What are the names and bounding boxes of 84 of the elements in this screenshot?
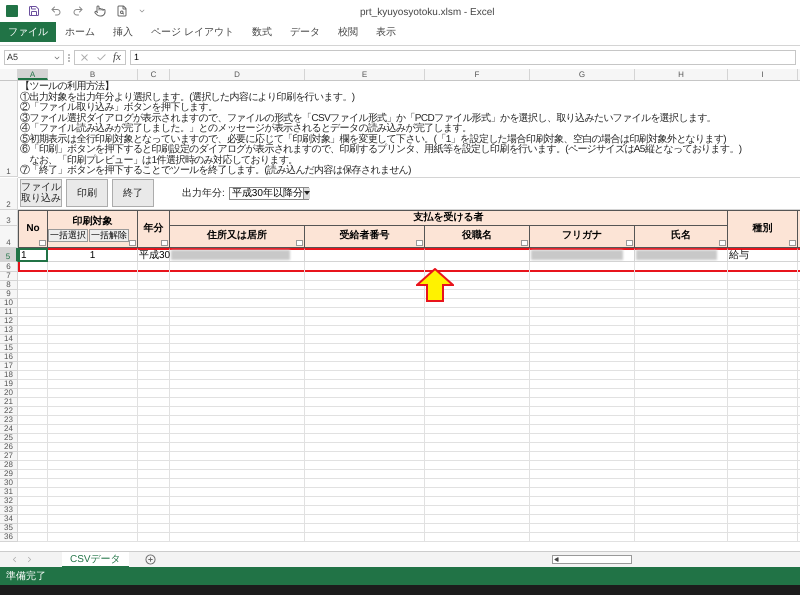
cancel-icon[interactable] (79, 52, 90, 63)
name-box[interactable]: A5 (4, 50, 64, 65)
row-header[interactable]: 1 (0, 81, 18, 177)
instruction-line: ④「ファイル読み込みが完了しました。」とのメッセージが表示されるとデータの読み込みが完了します。 (20, 124, 472, 134)
row-header[interactable]: 6 (0, 262, 18, 272)
filter-button[interactable] (416, 240, 423, 246)
save-icon[interactable] (28, 5, 40, 17)
header-cell: 役職名 (425, 226, 530, 248)
status-text: 準備完了 (6, 570, 46, 584)
filter-button[interactable] (719, 240, 726, 246)
sheet-tab[interactable]: CSVデータ (62, 552, 129, 568)
year-label: 出力年分: (182, 186, 225, 200)
ribbon-tab[interactable]: 表示 (366, 22, 405, 42)
table-cell[interactable] (305, 248, 425, 262)
header-cell: 受給者番号 (305, 226, 425, 248)
row-header[interactable]: 4 (0, 226, 18, 248)
ribbon-tab[interactable]: 数式 (242, 22, 281, 42)
scroll-left-icon[interactable] (554, 557, 559, 562)
column-header[interactable]: G (530, 69, 635, 80)
row-header[interactable]: 3 (0, 210, 18, 226)
insert-function-button[interactable]: fx (113, 49, 121, 66)
filter-button[interactable] (789, 240, 796, 246)
table-cell[interactable]: 給与 (728, 248, 798, 262)
ribbon-tab[interactable]: 挿入 (104, 22, 142, 42)
enter-icon[interactable] (96, 52, 107, 63)
print-preview-icon[interactable] (116, 5, 128, 17)
form-button[interactable]: 終了 (112, 179, 154, 207)
header-cell: 氏名 (635, 226, 728, 248)
horizontal-scrollbar[interactable] (552, 555, 632, 564)
separator-icon (68, 54, 70, 62)
instruction-line: 【ツールの利用方法】 (20, 82, 116, 92)
instruction-line: ①出力対象を出力年分より選択します。(選択した内容により印刷を行います。) (20, 92, 356, 102)
instruction-line: ⑦「終了」ボタンを押下することでツールを終了します。(読み込んだ内容は保存されません) (20, 166, 412, 176)
caret-icon (302, 188, 310, 198)
header-cell: No (18, 210, 48, 248)
filter-button[interactable] (521, 240, 528, 246)
column-header[interactable]: E (305, 69, 425, 80)
add-sheet-icon[interactable] (144, 554, 156, 565)
header-cell: フリガナ (530, 226, 635, 248)
column-header[interactable]: B (48, 69, 138, 80)
ribbon-tab[interactable]: ページ レイアウト (142, 22, 243, 42)
instruction-line: ⑤初期表示は全行印刷対象となっていますので、必要に応じて「印刷対象」欄を変更して下さい。(「1」を設定した場合印刷対象、空白の場合は印刷対象外となります) (20, 134, 728, 144)
header-cell: 種別 (728, 210, 798, 248)
undo-icon[interactable] (50, 5, 62, 17)
year-dropdown[interactable]: 平成30年以降分 (228, 186, 309, 200)
column-header[interactable]: I (728, 69, 798, 80)
scroll-right-icon[interactable] (25, 555, 34, 564)
table-cell[interactable]: 1 (48, 248, 138, 262)
ribbon-tab[interactable]: 校閲 (328, 22, 367, 42)
header-cell: 住所又は居所 (170, 226, 305, 248)
table-cell[interactable] (425, 248, 530, 262)
select-all-button[interactable]: 一括選択 (48, 228, 88, 242)
filter-button[interactable] (626, 240, 633, 246)
touch-mode-icon[interactable] (94, 5, 106, 17)
ribbon-tab[interactable]: ホーム (56, 22, 104, 42)
file-tab[interactable]: ファイル (0, 22, 56, 42)
selected-cell[interactable]: 1 (18, 248, 48, 262)
form-button[interactable]: ファイル取り込み (20, 179, 62, 207)
redo-icon[interactable] (72, 5, 84, 17)
customize-caret-icon[interactable] (138, 7, 146, 15)
window-title: prt_kyuyosyotoku.xlsm - Excel (360, 6, 494, 20)
filter-button[interactable] (39, 240, 46, 246)
row-header[interactable]: 5 (0, 248, 18, 262)
row-header[interactable]: 2 (0, 178, 18, 210)
column-header[interactable]: H (635, 69, 728, 80)
header-cell: 年分 (138, 210, 170, 248)
header-cell: 印刷対象 (72, 216, 112, 228)
instruction-line: ③ファイル選択ダイアログが表示されますので、ファイルの形式を「CSVファイル形式」か「PCDファイル形式」かを選択し、取り込みたいファイルを選択します。 (20, 114, 718, 124)
column-header[interactable]: A (18, 69, 48, 80)
clear-all-button[interactable]: 一括解除 (89, 228, 129, 242)
formula-input[interactable]: 1 (130, 50, 796, 65)
column-header[interactable]: D (170, 69, 305, 80)
column-header[interactable]: F (425, 69, 530, 80)
excel-logo-icon (6, 5, 18, 17)
instruction-line: ②「ファイル取り込み」ボタンを押下します。 (20, 103, 218, 113)
filter-button[interactable] (161, 240, 168, 246)
instruction-line: なお、「印刷プレビュー」は1件選択時のみ対応しております。 (29, 156, 299, 166)
ribbon-tab[interactable]: データ (280, 22, 329, 42)
filter-button[interactable] (296, 240, 303, 246)
column-header[interactable]: C (138, 69, 170, 80)
form-button[interactable]: 印刷 (66, 179, 108, 207)
header-cell: 支払を受ける者 (170, 210, 728, 226)
filter-button[interactable] (129, 240, 136, 246)
instruction-line: ⑥「印刷」ボタンを押下すると印刷設定のダイアログが表示されますので、印刷するプリンタ、用紙等を設定し印刷を行います。(ページサイズはA5縦となっております。) (20, 145, 742, 155)
